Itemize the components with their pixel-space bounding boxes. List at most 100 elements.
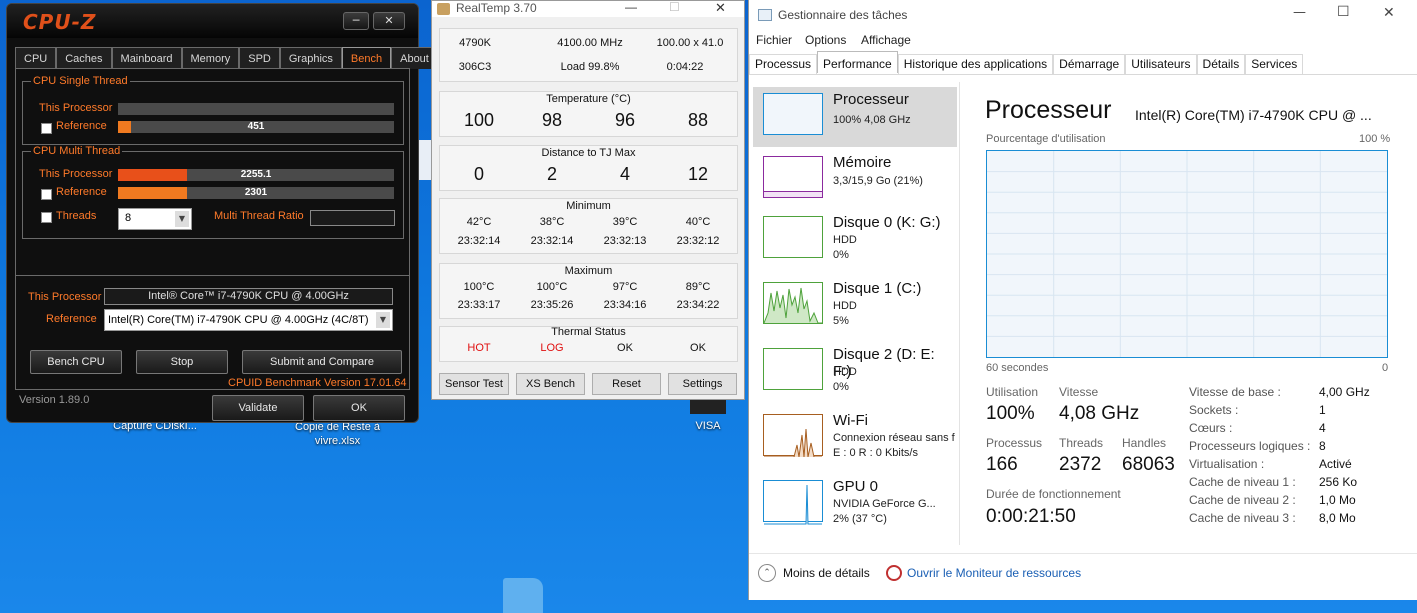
- menu-fichier[interactable]: Fichier: [756, 33, 792, 47]
- max-temp-0: 100°C: [463, 281, 495, 293]
- disk1-activity-graph: [764, 287, 822, 323]
- sidebar-item-memoire[interactable]: Mémoire 3,3/15,9 Go (21%): [753, 150, 957, 210]
- tab-performance[interactable]: Performance: [817, 51, 898, 73]
- close-icon[interactable]: ✕: [715, 0, 726, 16]
- task-manager-title: Gestionnaire des tâches: [778, 8, 908, 22]
- minimize-icon[interactable]: ─: [343, 12, 369, 30]
- sidebar-item-disque-0[interactable]: Disque 0 (K: G:) HDD 0%: [753, 210, 957, 270]
- this-processor-label: This Processor: [28, 291, 102, 303]
- thermal-status-2: OK: [617, 342, 633, 354]
- desktop-icon-xlsx[interactable]: Copie de Reste à vivre.xlsx: [285, 420, 390, 448]
- tab-utilisateurs[interactable]: Utilisateurs: [1125, 54, 1197, 74]
- tab-processus[interactable]: Processus: [749, 54, 818, 74]
- wifi-activity-line: [764, 428, 822, 457]
- threads-label: Threads: [1059, 436, 1104, 450]
- reset-button[interactable]: Reset: [592, 373, 661, 395]
- file-icon[interactable]: [503, 578, 543, 613]
- distance-box: Distance to TJ Max 0 2 4 12: [439, 145, 738, 191]
- cpu-id: 306C3: [458, 61, 492, 73]
- maximize-icon[interactable]: ☐: [1337, 4, 1350, 20]
- tab-bench[interactable]: Bench: [341, 47, 392, 69]
- threads-select[interactable]: 8 ▼: [118, 208, 192, 230]
- visa-icon[interactable]: [690, 400, 726, 414]
- cpu-load: Load 99.8%: [560, 61, 620, 73]
- sidebar-item-gpu[interactable]: GPU 0 NVIDIA GeForce G... 2% (37 °C): [753, 474, 957, 534]
- page-title: Processeur: [985, 96, 1112, 124]
- tab-historique[interactable]: Historique des applications: [897, 54, 1054, 74]
- tab-services[interactable]: Services: [1245, 54, 1304, 74]
- less-details-link[interactable]: Moins de détails: [783, 566, 870, 580]
- sidebar-item-wifi[interactable]: Wi-Fi Connexion réseau sans f E : 0 R : …: [753, 408, 957, 468]
- sidebar-item-line1: HDD: [833, 234, 857, 246]
- cpuz-logo: CPU-Z: [23, 10, 97, 34]
- minimize-icon[interactable]: —: [625, 0, 637, 14]
- desktop-icon-visa[interactable]: VISA: [680, 420, 736, 432]
- tab-mainboard[interactable]: Mainboard: [111, 47, 182, 69]
- sidebar-item-processeur[interactable]: Processeur 100% 4,08 GHz: [753, 87, 957, 147]
- chevron-up-icon[interactable]: ⌃: [758, 564, 776, 582]
- reference-select[interactable]: Intel(R) Core(TM) i7-4790K CPU @ 4.00GHz…: [104, 309, 393, 331]
- close-icon[interactable]: ✕: [373, 12, 405, 30]
- distance-core-0: 0: [473, 164, 484, 184]
- settings-button[interactable]: Settings: [668, 373, 737, 395]
- spec-label: Virtualisation :: [1189, 457, 1265, 471]
- realtemp-title: RealTemp 3.70: [456, 1, 537, 15]
- submit-compare-button[interactable]: Submit and Compare: [242, 350, 402, 374]
- disk1-thumbnail: [763, 282, 823, 324]
- this-processor-field: Intel® Core™ i7-4790K CPU @ 4.00GHz: [104, 288, 393, 305]
- max-time-0: 23:33:17: [457, 299, 501, 311]
- minimize-icon[interactable]: —: [1293, 5, 1306, 20]
- spec-value: 8: [1319, 439, 1326, 453]
- close-icon[interactable]: ✕: [1383, 5, 1395, 21]
- chevron-down-icon[interactable]: ▼: [376, 312, 390, 328]
- thermal-status-box: Thermal Status HOT LOG OK OK: [439, 326, 738, 362]
- thermal-caption: Thermal Status: [551, 326, 626, 338]
- multi-reference-checkbox[interactable]: [41, 189, 52, 200]
- wifi-thumbnail: [763, 414, 823, 457]
- spec-value: 1,0 Mo: [1319, 493, 1356, 507]
- sidebar-item-name: GPU 0: [833, 478, 879, 495]
- task-manager-tabs: Processus Performance Historique des app…: [749, 51, 1304, 74]
- single-this-bar: [118, 103, 394, 115]
- tab-spd[interactable]: SPD: [239, 47, 280, 69]
- max-time-2: 23:34:16: [603, 299, 647, 311]
- menu-affichage[interactable]: Affichage: [861, 33, 911, 47]
- spec-label: Cache de niveau 2 :: [1189, 493, 1296, 507]
- multi-this-value: 2255.1: [240, 169, 272, 180]
- cpuz-titlebar[interactable]: CPU-Z ─ ✕: [7, 4, 418, 38]
- min-temp-2: 39°C: [612, 216, 638, 228]
- memory-level: [764, 191, 822, 197]
- spec-label: Cœurs :: [1189, 421, 1233, 435]
- spec-label: Cache de niveau 3 :: [1189, 511, 1296, 525]
- sidebar-item-line2: 5%: [833, 315, 849, 327]
- bench-cpu-button[interactable]: Bench CPU: [30, 350, 122, 374]
- tab-cpu[interactable]: CPU: [15, 47, 57, 69]
- resource-monitor-link[interactable]: Ouvrir le Moniteur de ressources: [907, 566, 1081, 580]
- stop-button[interactable]: Stop: [136, 350, 228, 374]
- tab-details[interactable]: Détails: [1196, 54, 1246, 74]
- menu-options[interactable]: Options: [805, 33, 846, 47]
- spec-value: Activé: [1319, 457, 1352, 471]
- sidebar-item-disque-1[interactable]: Disque 1 (C:) HDD 5%: [753, 276, 957, 336]
- chevron-down-icon[interactable]: ▼: [175, 211, 189, 227]
- sensor-test-button[interactable]: Sensor Test: [439, 373, 509, 395]
- tab-memory[interactable]: Memory: [181, 47, 240, 69]
- threads-checkbox[interactable]: [41, 212, 52, 223]
- validate-button[interactable]: Validate: [212, 395, 304, 421]
- tab-demarrage[interactable]: Démarrage: [1053, 54, 1126, 74]
- thermometer-icon: [437, 3, 450, 15]
- maximize-icon[interactable]: ☐: [669, 0, 680, 14]
- gpu-activity-graph: [764, 484, 822, 525]
- cpu-frequency: 4100.00 MHz: [557, 37, 623, 49]
- realtemp-titlebar[interactable]: RealTemp 3.70 — ☐ ✕: [432, 0, 744, 17]
- distance-core-1: 2: [546, 164, 557, 184]
- minimum-caption: Minimum: [566, 200, 611, 212]
- sidebar-item-line1: HDD: [833, 366, 857, 378]
- sidebar-item-line1: Connexion réseau sans f: [833, 432, 955, 444]
- tab-graphics[interactable]: Graphics: [279, 47, 342, 69]
- single-reference-checkbox[interactable]: [41, 123, 52, 134]
- sidebar-item-disque-2[interactable]: Disque 2 (D: E: F:) HDD 0%: [753, 342, 957, 402]
- xs-bench-button[interactable]: XS Bench: [516, 373, 585, 395]
- ok-button[interactable]: OK: [313, 395, 405, 421]
- tab-caches[interactable]: Caches: [56, 47, 112, 69]
